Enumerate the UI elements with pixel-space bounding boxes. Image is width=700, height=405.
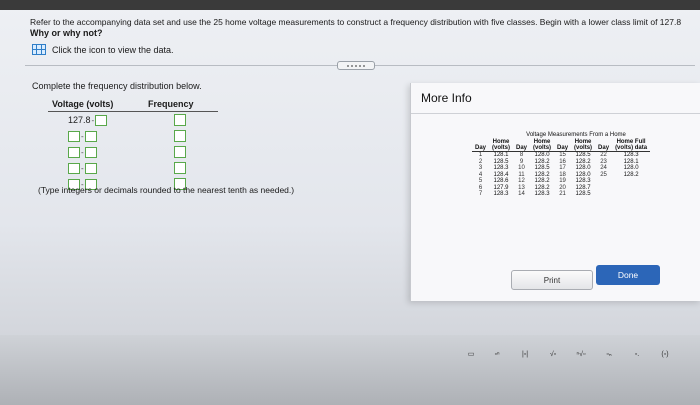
frequency-input-4[interactable] bbox=[174, 162, 186, 174]
dialog-title: More Info bbox=[421, 91, 472, 105]
dialog-divider bbox=[411, 113, 700, 114]
lower-limit-input-4[interactable] bbox=[68, 162, 80, 174]
question-line-2: Why or why not? bbox=[30, 28, 103, 38]
dash: - bbox=[81, 131, 84, 141]
day-cell: 7 bbox=[478, 191, 483, 197]
view-data-label[interactable]: Click the icon to view the data. bbox=[52, 45, 174, 55]
voltage-cell: 128.0 bbox=[534, 152, 550, 158]
col-head: (volts) bbox=[530, 145, 555, 152]
col-head: (volts) bbox=[571, 145, 596, 152]
question-text: Refer to the accompanying data set and u… bbox=[30, 17, 700, 39]
day-cell: 15 bbox=[559, 152, 566, 158]
class-row-4: - bbox=[48, 160, 218, 176]
instruction-text: Complete the frequency distribution belo… bbox=[32, 81, 202, 91]
math-toolbar bbox=[0, 335, 700, 405]
first-lower-limit: 127.8 bbox=[68, 115, 91, 125]
voltage-cell: 128.1 bbox=[493, 152, 509, 158]
frequency-input-2[interactable] bbox=[174, 130, 186, 142]
done-button[interactable]: Done bbox=[596, 265, 660, 285]
upper-limit-input-1[interactable] bbox=[95, 114, 108, 126]
rounding-hint: (Type integers or decimals rounded to th… bbox=[38, 185, 295, 195]
question-line-1: Refer to the accompanying data set and u… bbox=[30, 17, 682, 27]
frequency-input-1[interactable] bbox=[174, 114, 186, 126]
sqrt-icon[interactable]: √▫ bbox=[540, 345, 566, 363]
col-head: (volts) bbox=[489, 145, 514, 152]
data-table-icon[interactable] bbox=[32, 44, 46, 55]
parentheses-icon[interactable]: (▫) bbox=[652, 345, 678, 363]
lower-limit-input-2[interactable] bbox=[68, 130, 80, 142]
upper-limit-input-2[interactable] bbox=[84, 130, 97, 142]
voltage-cell: 128.3 bbox=[493, 191, 509, 197]
nth-root-icon[interactable]: ⁿ√▫ bbox=[568, 345, 594, 363]
day-cell: 22 bbox=[600, 152, 607, 158]
data-row: 7 128.3 14 128.3 21 128.5 bbox=[472, 191, 650, 198]
subscript-icon[interactable]: ▫ₙ bbox=[596, 345, 622, 363]
lower-limit-input-3[interactable] bbox=[68, 146, 80, 158]
table-caption: Voltage Measurements From a Home bbox=[526, 132, 626, 138]
day-cell: 1 bbox=[478, 152, 483, 158]
dash: - bbox=[81, 163, 84, 173]
day-cell: 14 bbox=[518, 191, 525, 197]
upper-limit-input-3[interactable] bbox=[84, 146, 97, 158]
superscript-icon[interactable]: ▫ⁿ bbox=[484, 345, 510, 363]
upper-limit-input-4[interactable] bbox=[84, 162, 97, 174]
frequency-distribution-table: Voltage (volts) Frequency 127.8 - - - - … bbox=[48, 99, 218, 192]
voltage-cell: 128.3 bbox=[534, 191, 550, 197]
day-cell: 8 bbox=[519, 152, 524, 158]
frequency-header: Frequency bbox=[148, 99, 194, 109]
voltage-cell: 128.5 bbox=[575, 152, 591, 158]
dash: - bbox=[91, 115, 95, 125]
day-cell bbox=[595, 191, 612, 198]
class-row-3: - bbox=[48, 144, 218, 160]
dash: - bbox=[81, 147, 84, 157]
class-row-2: - bbox=[48, 128, 218, 144]
voltage-header: Voltage (volts) bbox=[52, 99, 114, 109]
voltage-cell bbox=[612, 191, 650, 198]
data-row: 3 128.3 10 128.5 17 128.0 24 128.0 bbox=[472, 165, 650, 172]
frequency-input-3[interactable] bbox=[174, 146, 186, 158]
view-data-link[interactable]: Click the icon to view the data. bbox=[32, 44, 174, 55]
table-header: Voltage (volts) Frequency bbox=[48, 99, 218, 112]
voltage-cell: 128.3 bbox=[623, 152, 639, 158]
voltage-data-table: Voltage Measurements From a Home Home Ho… bbox=[472, 132, 651, 198]
screen: Refer to the accompanying data set and u… bbox=[0, 0, 700, 405]
data-row: 1 128.1 8 128.0 15 128.5 22 128.3 bbox=[472, 152, 650, 159]
col-head: (volts) data bbox=[612, 145, 651, 152]
absolute-value-icon[interactable]: |▫| bbox=[512, 345, 538, 363]
more-dots-button[interactable] bbox=[337, 61, 375, 70]
print-button[interactable]: Print bbox=[511, 270, 593, 290]
decimal-icon[interactable]: ▫. bbox=[624, 345, 650, 363]
top-bar bbox=[0, 0, 700, 10]
day-cell: 21 bbox=[559, 191, 566, 197]
fraction-icon[interactable]: ▭ bbox=[458, 345, 484, 363]
more-info-dialog: More Info Voltage Measurements From a Ho… bbox=[410, 83, 700, 301]
voltage-cell: 128.5 bbox=[575, 191, 591, 197]
class-row-1: 127.8 - bbox=[48, 112, 218, 128]
